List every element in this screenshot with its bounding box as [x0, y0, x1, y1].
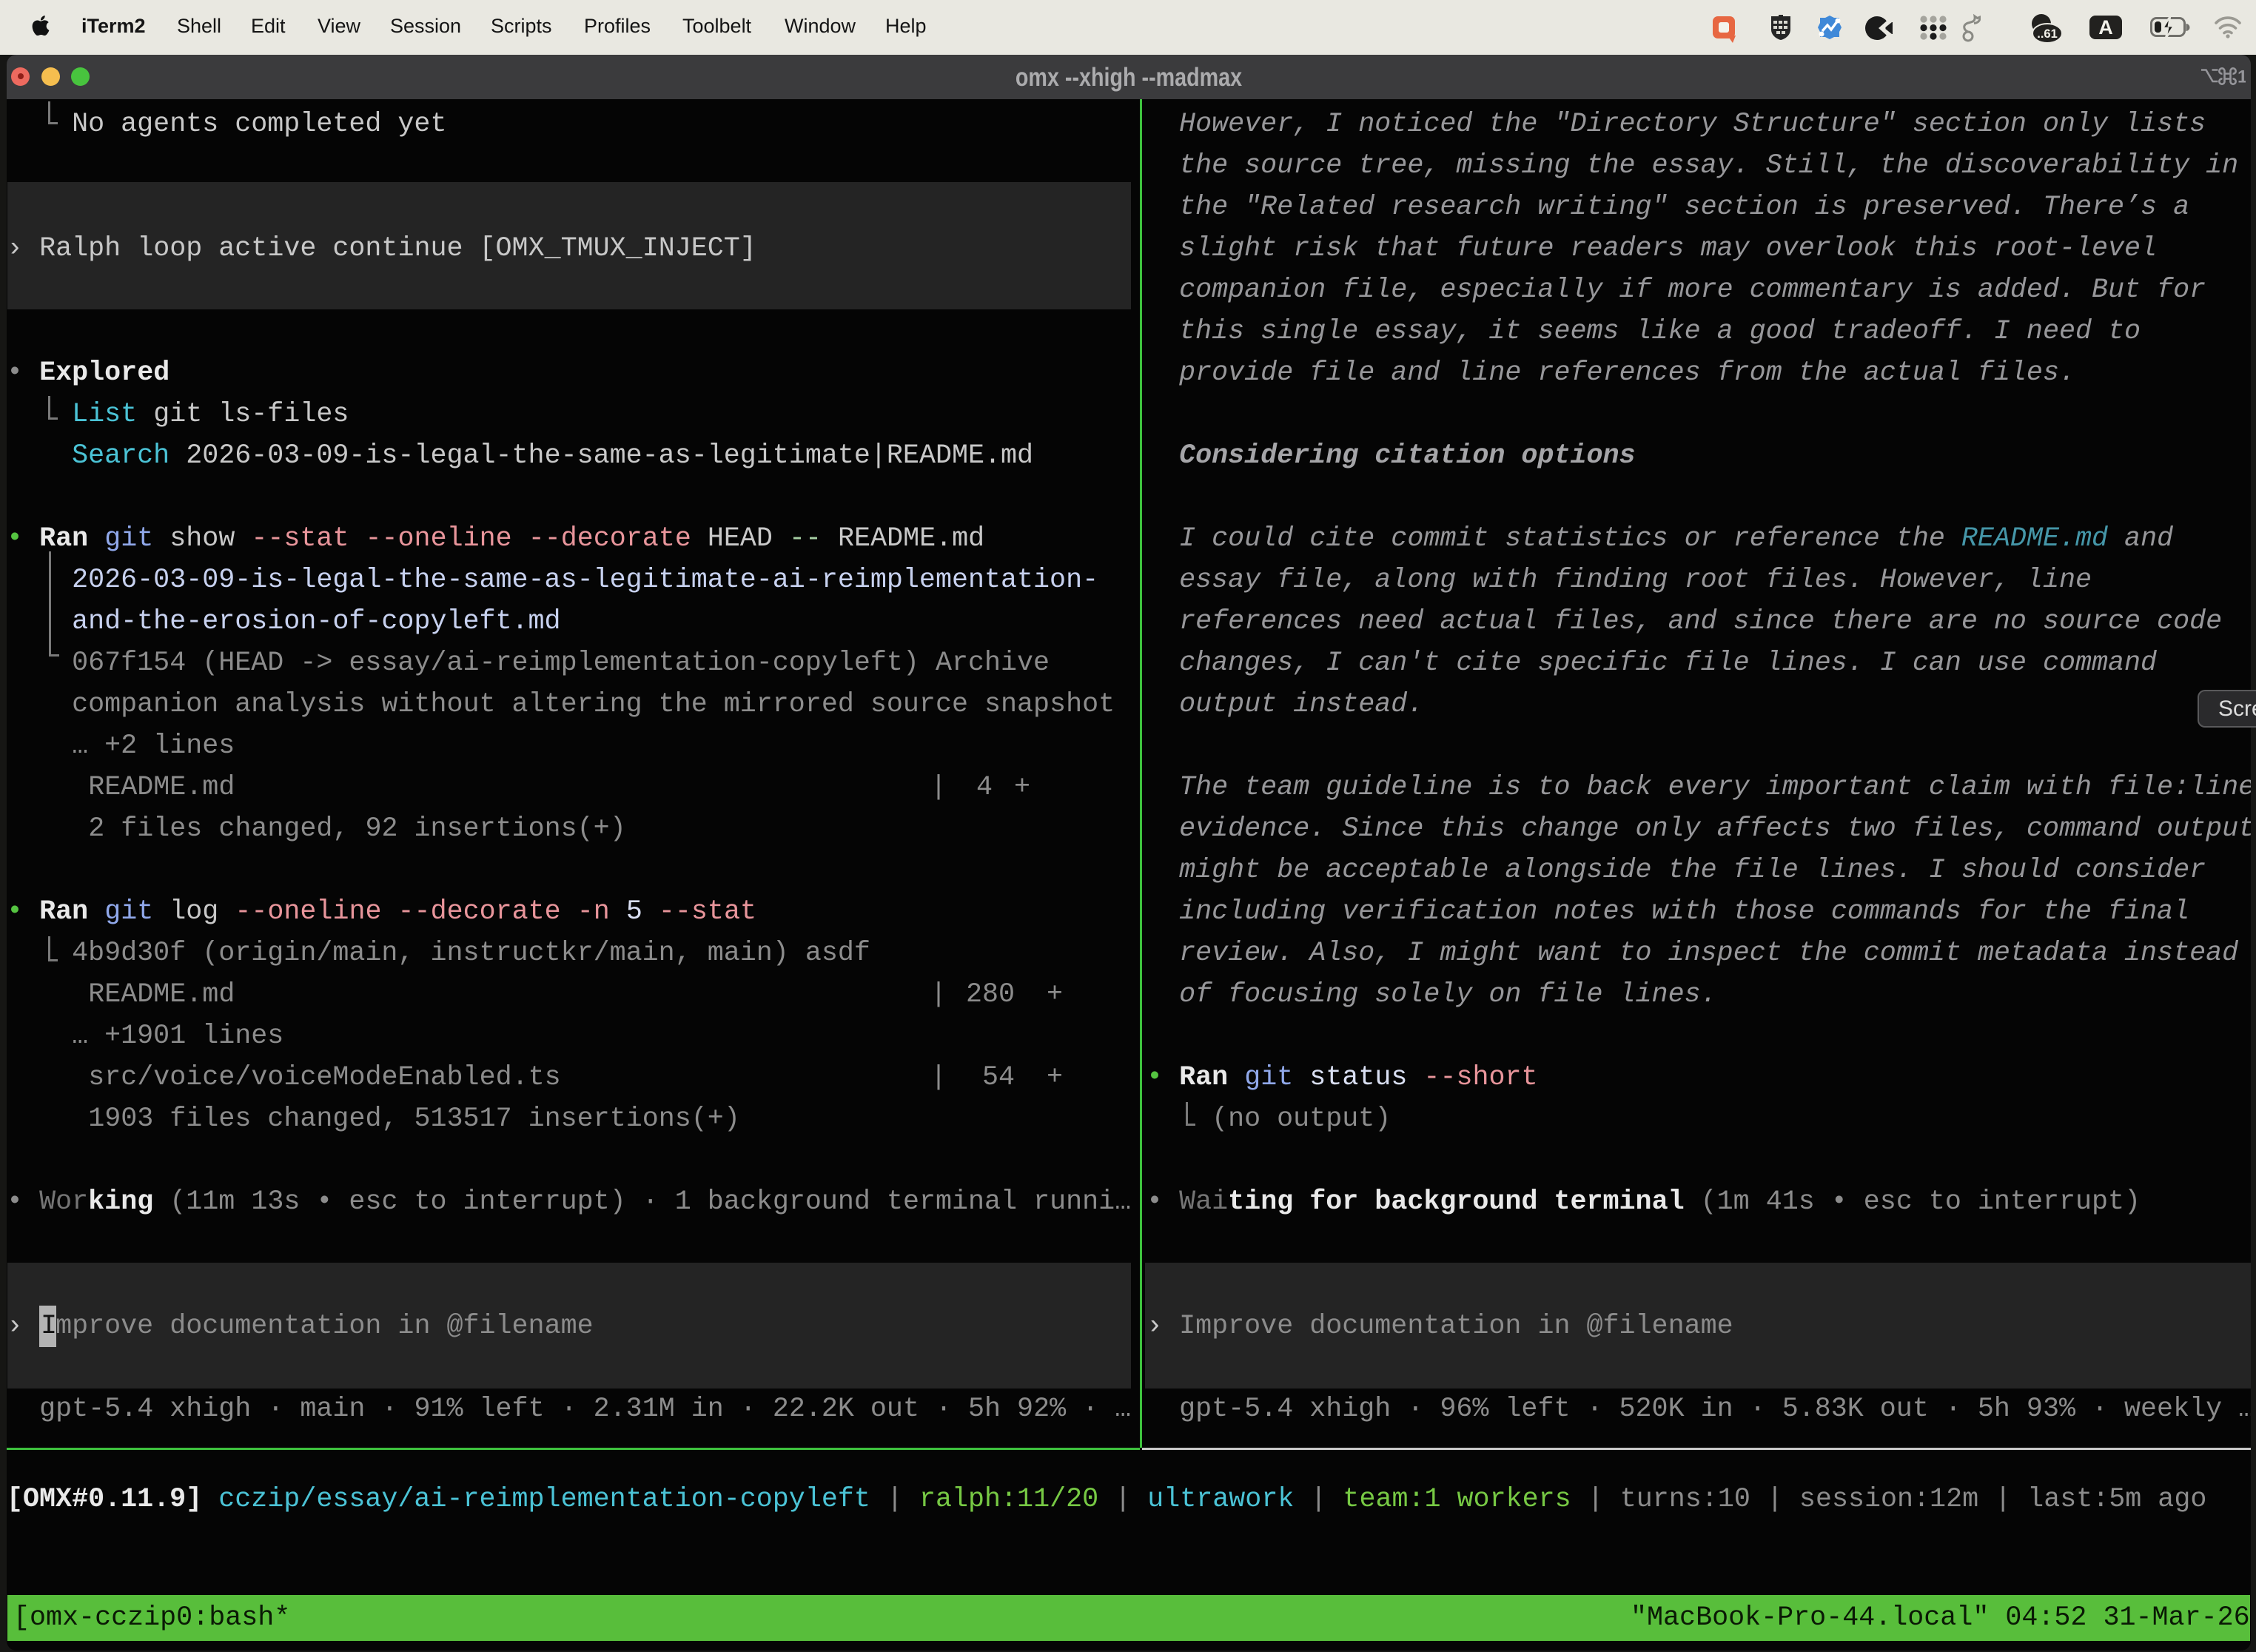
- svg-text:1: 1: [2237, 67, 2246, 85]
- svg-text:..61: ..61: [2037, 27, 2058, 41]
